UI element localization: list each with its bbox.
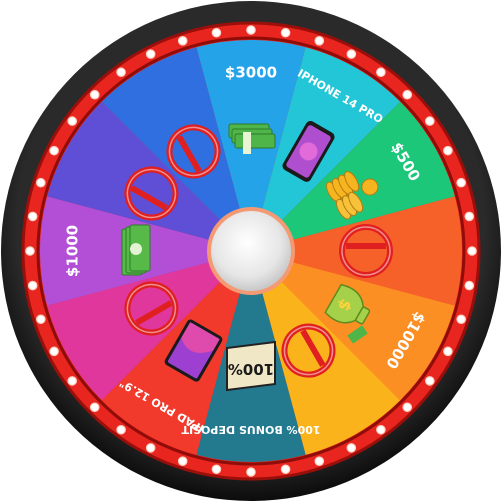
light-bulb — [177, 36, 188, 46]
light-bulb — [89, 89, 100, 100]
light-bulb — [25, 246, 35, 256]
light-bulb — [402, 89, 413, 100]
light-bulb — [467, 246, 477, 256]
light-bulb — [49, 346, 59, 357]
light-bulb — [177, 456, 188, 466]
light-bulb — [116, 67, 126, 78]
light-bulb — [464, 280, 475, 291]
light-bulb — [246, 467, 256, 477]
light-bulb — [464, 211, 475, 222]
light-bulb — [36, 314, 46, 325]
light-bulb — [443, 145, 453, 156]
light-bulb — [67, 376, 78, 386]
light-bulb — [246, 25, 256, 35]
light-bulb — [67, 116, 78, 126]
light-bulb — [456, 177, 466, 188]
light-bulb — [376, 67, 386, 78]
light-bulb — [314, 36, 325, 46]
light-bulb — [145, 443, 156, 453]
light-bulb — [280, 27, 291, 38]
segment-label: $3000 — [225, 64, 277, 82]
segment-label: $1000 — [64, 225, 82, 277]
light-bulb — [346, 49, 357, 59]
prize-wheel[interactable]: $100% $3000 IPHONE 14 PRO$500$10000100% B… — [0, 0, 502, 502]
light-bulb — [89, 402, 100, 413]
cash-bills-icon — [121, 224, 151, 276]
light-bulb — [27, 280, 38, 291]
light-bulb — [211, 464, 222, 475]
spin-hub-button[interactable] — [211, 211, 291, 291]
svg-text:100%: 100% — [228, 360, 274, 378]
bonus-badge-icon: 100% — [226, 340, 276, 392]
light-bulb — [314, 456, 325, 466]
light-bulb — [402, 402, 413, 413]
light-bulb — [456, 314, 466, 325]
light-bulb — [443, 346, 453, 357]
light-bulb — [376, 424, 386, 435]
light-bulb — [116, 424, 126, 435]
light-bulb — [211, 27, 222, 38]
light-bulb — [49, 145, 59, 156]
light-bulb — [145, 49, 156, 59]
light-bulb — [27, 211, 38, 222]
light-bulb — [424, 376, 435, 386]
light-bulb — [424, 116, 435, 126]
light-bulb — [346, 443, 357, 453]
light-bulb — [36, 177, 46, 188]
light-bulb — [280, 464, 291, 475]
